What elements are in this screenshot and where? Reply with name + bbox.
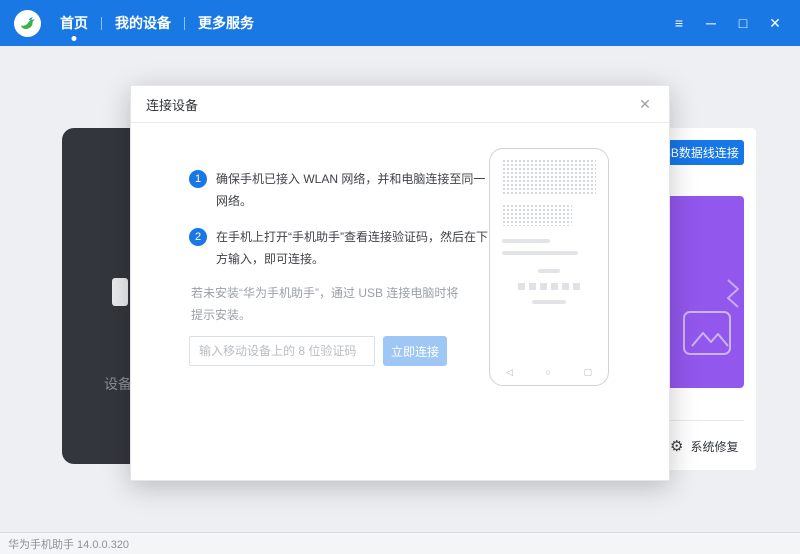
dialog-title: 连接设备	[146, 95, 198, 114]
nav-tab-my-devices[interactable]: 我的设备	[102, 0, 184, 46]
panel-divider	[668, 420, 744, 421]
illustration-noise-block	[502, 159, 596, 195]
step-2-text: 在手机上打开“手机助手”查看连接验证码，然后在下方输入，即可连接。	[216, 226, 492, 270]
illustration-text-bar	[502, 251, 578, 255]
hisuite-logo-icon	[14, 10, 41, 37]
maximize-icon[interactable]: □	[732, 12, 754, 34]
minimize-icon[interactable]: ─	[700, 12, 722, 34]
usb-cable-icon	[112, 278, 128, 306]
nav-tab-home-label: 首页	[60, 15, 88, 31]
step-1-badge: 1	[189, 170, 207, 188]
step-2: 2 在手机上打开“手机助手”查看连接验证码，然后在下方输入，即可连接。	[189, 226, 492, 270]
window-controls: ≡ ─ □ ✕	[668, 12, 790, 34]
dialog-close-icon[interactable]: ✕	[636, 95, 654, 113]
illustration-code-squares	[502, 283, 596, 290]
titlebar: 首页 我的设备 更多服务 ≡ ─ □ ✕	[0, 0, 800, 46]
android-back-icon: ◁	[506, 367, 513, 378]
step-1-text: 确保手机已接入 WLAN 网络，并和电脑连接至同一网络。	[216, 168, 492, 212]
illustration-text-bar	[532, 300, 566, 304]
step-2-badge: 2	[189, 228, 207, 246]
install-hint-text: 若未安装“华为手机助手”，通过 USB 连接电脑时将提示安装。	[191, 282, 469, 326]
phone-illustration: ◁ ○ ▢	[489, 148, 609, 386]
active-tab-indicator	[72, 36, 77, 41]
app-version-text: 华为手机助手 14.0.0.320	[8, 536, 129, 552]
illustration-noise-block	[502, 204, 572, 226]
system-repair-label: 系统修复	[690, 438, 738, 455]
statusbar: 华为手机助手 14.0.0.320	[0, 532, 800, 554]
connect-device-dialog: 连接设备 ✕ 1 确保手机已接入 WLAN 网络，并和电脑连接至同一网络。 2 …	[130, 85, 670, 481]
system-repair-button[interactable]: ⚙ 系统修复	[670, 438, 738, 455]
nav-tab-more-services-label: 更多服务	[198, 15, 254, 31]
step-1: 1 确保手机已接入 WLAN 网络，并和电脑连接至同一网络。	[189, 168, 492, 212]
dialog-header: 连接设备 ✕	[131, 86, 669, 123]
nav-tab-more-services[interactable]: 更多服务	[185, 0, 267, 46]
hisuite-window: 首页 我的设备 更多服务 ≡ ─ □ ✕ 设备 USB数据线连接	[0, 0, 800, 554]
android-recent-icon: ▢	[583, 367, 592, 378]
main-content: 设备 USB数据线连接 ⚙ 系统修复 连接设备 ✕ 1 确保手机已接入 WLA	[0, 46, 800, 532]
illustration-text-bar	[538, 269, 560, 273]
device-section-label: 设备	[104, 374, 132, 394]
close-icon[interactable]: ✕	[764, 12, 786, 34]
android-home-icon: ○	[545, 367, 550, 378]
main-nav: 首页 我的设备 更多服务	[47, 0, 267, 46]
connect-now-button[interactable]: 立即连接	[383, 336, 447, 366]
illustration-nav-bar: ◁ ○ ▢	[506, 367, 592, 378]
illustration-text-bar	[502, 239, 550, 243]
gear-icon: ⚙	[670, 439, 683, 454]
swallow-icon	[18, 14, 37, 33]
verification-code-input[interactable]	[189, 336, 375, 366]
nav-tab-my-devices-label: 我的设备	[115, 15, 171, 31]
nav-tab-home[interactable]: 首页	[47, 0, 101, 46]
menu-icon[interactable]: ≡	[668, 12, 690, 34]
verification-row: 立即连接	[189, 336, 447, 366]
